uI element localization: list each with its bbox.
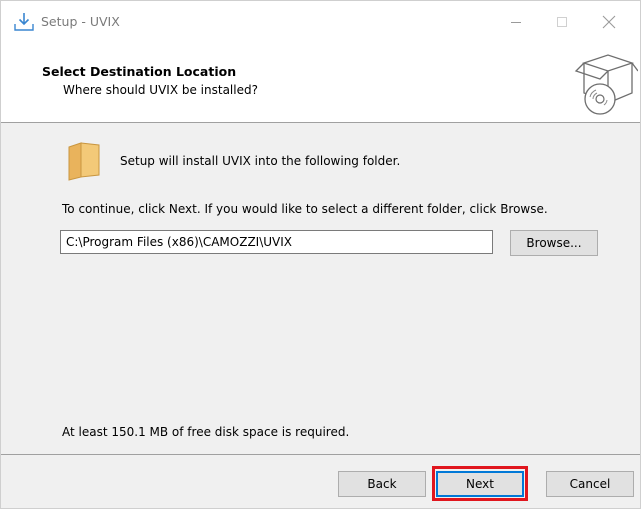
minimize-icon[interactable] <box>493 1 539 43</box>
folder-icon <box>67 141 101 181</box>
next-button[interactable]: Next <box>436 471 524 497</box>
footer-divider <box>1 454 640 455</box>
destination-path-input[interactable] <box>60 230 493 254</box>
setup-download-icon <box>13 11 35 33</box>
disk-space-text: At least 150.1 MB of free disk space is … <box>62 425 350 439</box>
cancel-button[interactable]: Cancel <box>546 471 634 497</box>
page-subtitle: Where should UVIX be installed? <box>63 83 258 97</box>
instruction-text: To continue, click Next. If you would li… <box>62 202 548 216</box>
install-box-disc-icon <box>574 49 639 117</box>
window-title: Setup - UVIX <box>41 14 120 29</box>
close-icon[interactable] <box>586 1 632 43</box>
back-button[interactable]: Back <box>338 471 426 497</box>
wizard-header: Select Destination Location Where should… <box>1 43 640 123</box>
maximize-icon[interactable] <box>539 1 585 43</box>
page-title: Select Destination Location <box>42 64 237 79</box>
setup-window: Setup - UVIX Select Destination Location… <box>0 0 641 509</box>
install-intro-text: Setup will install UVIX into the followi… <box>120 154 401 168</box>
title-bar[interactable]: Setup - UVIX <box>1 1 640 43</box>
browse-button[interactable]: Browse... <box>510 230 598 256</box>
